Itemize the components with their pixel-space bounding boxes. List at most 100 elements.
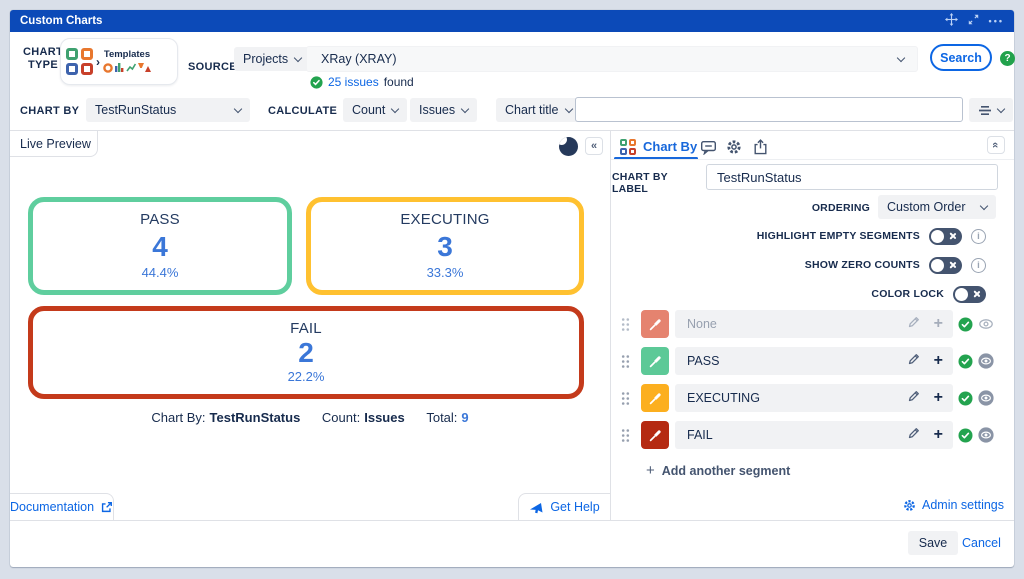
collapse-up-button[interactable]: «: [987, 136, 1005, 154]
title-align-button[interactable]: [969, 98, 1013, 122]
toolbar-divider: [10, 130, 1014, 131]
move-icon[interactable]: [944, 13, 958, 29]
chevron-down-icon: [391, 104, 400, 113]
external-link-icon: [101, 501, 113, 512]
chart-by-dropdown[interactable]: TestRunStatus: [86, 98, 250, 122]
gear-icon: [904, 499, 915, 511]
megaphone-icon: [530, 502, 543, 513]
chevrons-left-icon: «: [590, 139, 598, 152]
drag-handle-icon[interactable]: [621, 317, 630, 337]
add-rule-icon[interactable]: +: [934, 390, 943, 406]
eyedropper-icon: [649, 429, 661, 441]
template-chart-icons: [103, 63, 151, 73]
toggle-label: COLOR LOCK: [871, 288, 944, 300]
chevron-down-icon: [979, 201, 989, 210]
tile-executing[interactable]: EXECUTING 3 33.3%: [306, 197, 584, 295]
toggle-label: HIGHLIGHT EMPTY SEGMENTS: [756, 230, 920, 242]
segment-included-check-icon[interactable]: [958, 317, 973, 337]
segment-label: None: [687, 317, 717, 331]
toggle-row-highlight-empty: HIGHLIGHT EMPTY SEGMENTS: [757, 227, 986, 245]
add-rule-icon[interactable]: +: [934, 427, 943, 443]
chevron-down-icon: [996, 104, 1006, 113]
calculate-issues-dropdown[interactable]: Issues: [410, 98, 478, 122]
chevron-down-icon: [293, 53, 303, 62]
admin-settings-link[interactable]: Admin settings: [903, 498, 1004, 512]
chevrons-up-icon: «: [989, 141, 1001, 149]
segment-visibility-eye-icon[interactable]: [978, 353, 994, 374]
segment-visibility-eye-icon[interactable]: [978, 427, 994, 448]
segment-label: FAIL: [687, 428, 713, 442]
highlight-empty-segments-toggle[interactable]: [929, 227, 962, 245]
edit-pencil-icon[interactable]: [907, 315, 921, 334]
chart-title-dropdown[interactable]: Chart title: [496, 98, 581, 122]
chart-by-label-input[interactable]: [706, 164, 998, 190]
chart-by-label: CHART BY: [20, 105, 80, 117]
segment-color-swatch[interactable]: [641, 421, 669, 449]
edit-pencil-icon[interactable]: [907, 389, 921, 408]
info-icon[interactable]: [971, 228, 986, 244]
issues-count-link[interactable]: 25 issues: [328, 75, 379, 89]
chart-title-input[interactable]: [575, 97, 963, 122]
cancel-button[interactable]: Cancel: [962, 531, 1001, 555]
info-icon[interactable]: [971, 257, 986, 273]
drag-handle-icon[interactable]: [621, 354, 630, 374]
comment-bubble-icon[interactable]: [700, 139, 717, 160]
chevron-down-icon: [896, 53, 906, 62]
add-segment-button[interactable]: + Add another segment: [646, 462, 790, 479]
segment-color-swatch[interactable]: [641, 384, 669, 412]
drag-handle-icon[interactable]: [621, 391, 630, 411]
issues-found-suffix: found: [383, 75, 414, 89]
documentation-link[interactable]: Documentation: [10, 493, 114, 520]
eyedropper-icon: [649, 318, 661, 330]
segment-color-swatch[interactable]: [641, 347, 669, 375]
add-rule-icon[interactable]: +: [934, 353, 943, 369]
edit-pencil-icon[interactable]: [907, 352, 921, 371]
calculate-count-dropdown[interactable]: Count: [343, 98, 408, 122]
search-button[interactable]: Search: [930, 44, 992, 71]
segment-included-check-icon[interactable]: [958, 391, 973, 411]
segment-included-check-icon[interactable]: [958, 354, 973, 374]
segment-visibility-eye-icon[interactable]: [978, 316, 994, 337]
edit-pencil-icon[interactable]: [907, 426, 921, 445]
fullscreen-icon[interactable]: [968, 14, 979, 28]
segment-visibility-eye-icon[interactable]: [978, 390, 994, 411]
segment-label: PASS: [687, 354, 720, 368]
gear-icon[interactable]: [726, 139, 742, 160]
chevron-down-icon: [233, 104, 243, 113]
save-button[interactable]: Save: [908, 531, 958, 555]
tile-percent: 22.2%: [287, 369, 325, 384]
show-zero-counts-toggle[interactable]: [929, 256, 962, 274]
share-icon[interactable]: [753, 139, 768, 160]
segment-body: EXECUTING +: [675, 384, 953, 412]
help-icon[interactable]: [1000, 51, 1015, 66]
color-lock-toggle[interactable]: [953, 285, 986, 303]
segment-body: FAIL +: [675, 421, 953, 449]
tile-pass[interactable]: PASS 4 44.4%: [28, 197, 292, 295]
ordering-dropdown[interactable]: Custom Order: [878, 195, 996, 219]
chart-type-picker[interactable]: › Templates: [60, 38, 178, 85]
segment-included-check-icon[interactable]: [958, 428, 973, 448]
add-rule-icon[interactable]: +: [934, 316, 943, 332]
ordering-label: ORDERING: [811, 202, 870, 214]
chevron-right-icon: ›: [96, 54, 100, 69]
get-help-link[interactable]: Get Help: [518, 493, 610, 520]
tile-label: PASS: [140, 211, 180, 228]
collapse-left-button[interactable]: «: [585, 137, 603, 155]
chevron-down-icon: [564, 104, 573, 113]
source-project-field[interactable]: XRay (XRAY): [306, 46, 918, 72]
custom-charts-window: Custom Charts ••• CHART TYPE › Templates: [10, 10, 1015, 567]
toggle-row-color-lock: COLOR LOCK: [871, 285, 986, 303]
eyedropper-icon: [649, 355, 661, 367]
issues-found-status: 25 issues found: [310, 75, 414, 89]
more-icon[interactable]: •••: [989, 16, 1004, 26]
source-type-dropdown[interactable]: Projects: [234, 47, 311, 71]
chart-style-pie-icon[interactable]: [559, 137, 578, 156]
templates-button[interactable]: Templates: [103, 49, 151, 74]
tab-chart-by[interactable]: Chart By: [643, 139, 697, 154]
drag-handle-icon[interactable]: [621, 428, 630, 448]
tile-percent: 44.4%: [141, 265, 179, 280]
segment-row-none: None +: [620, 310, 1000, 338]
panel-divider: [610, 131, 611, 520]
segment-color-swatch[interactable]: [641, 310, 669, 338]
tile-fail[interactable]: FAIL 2 22.2%: [28, 306, 584, 399]
